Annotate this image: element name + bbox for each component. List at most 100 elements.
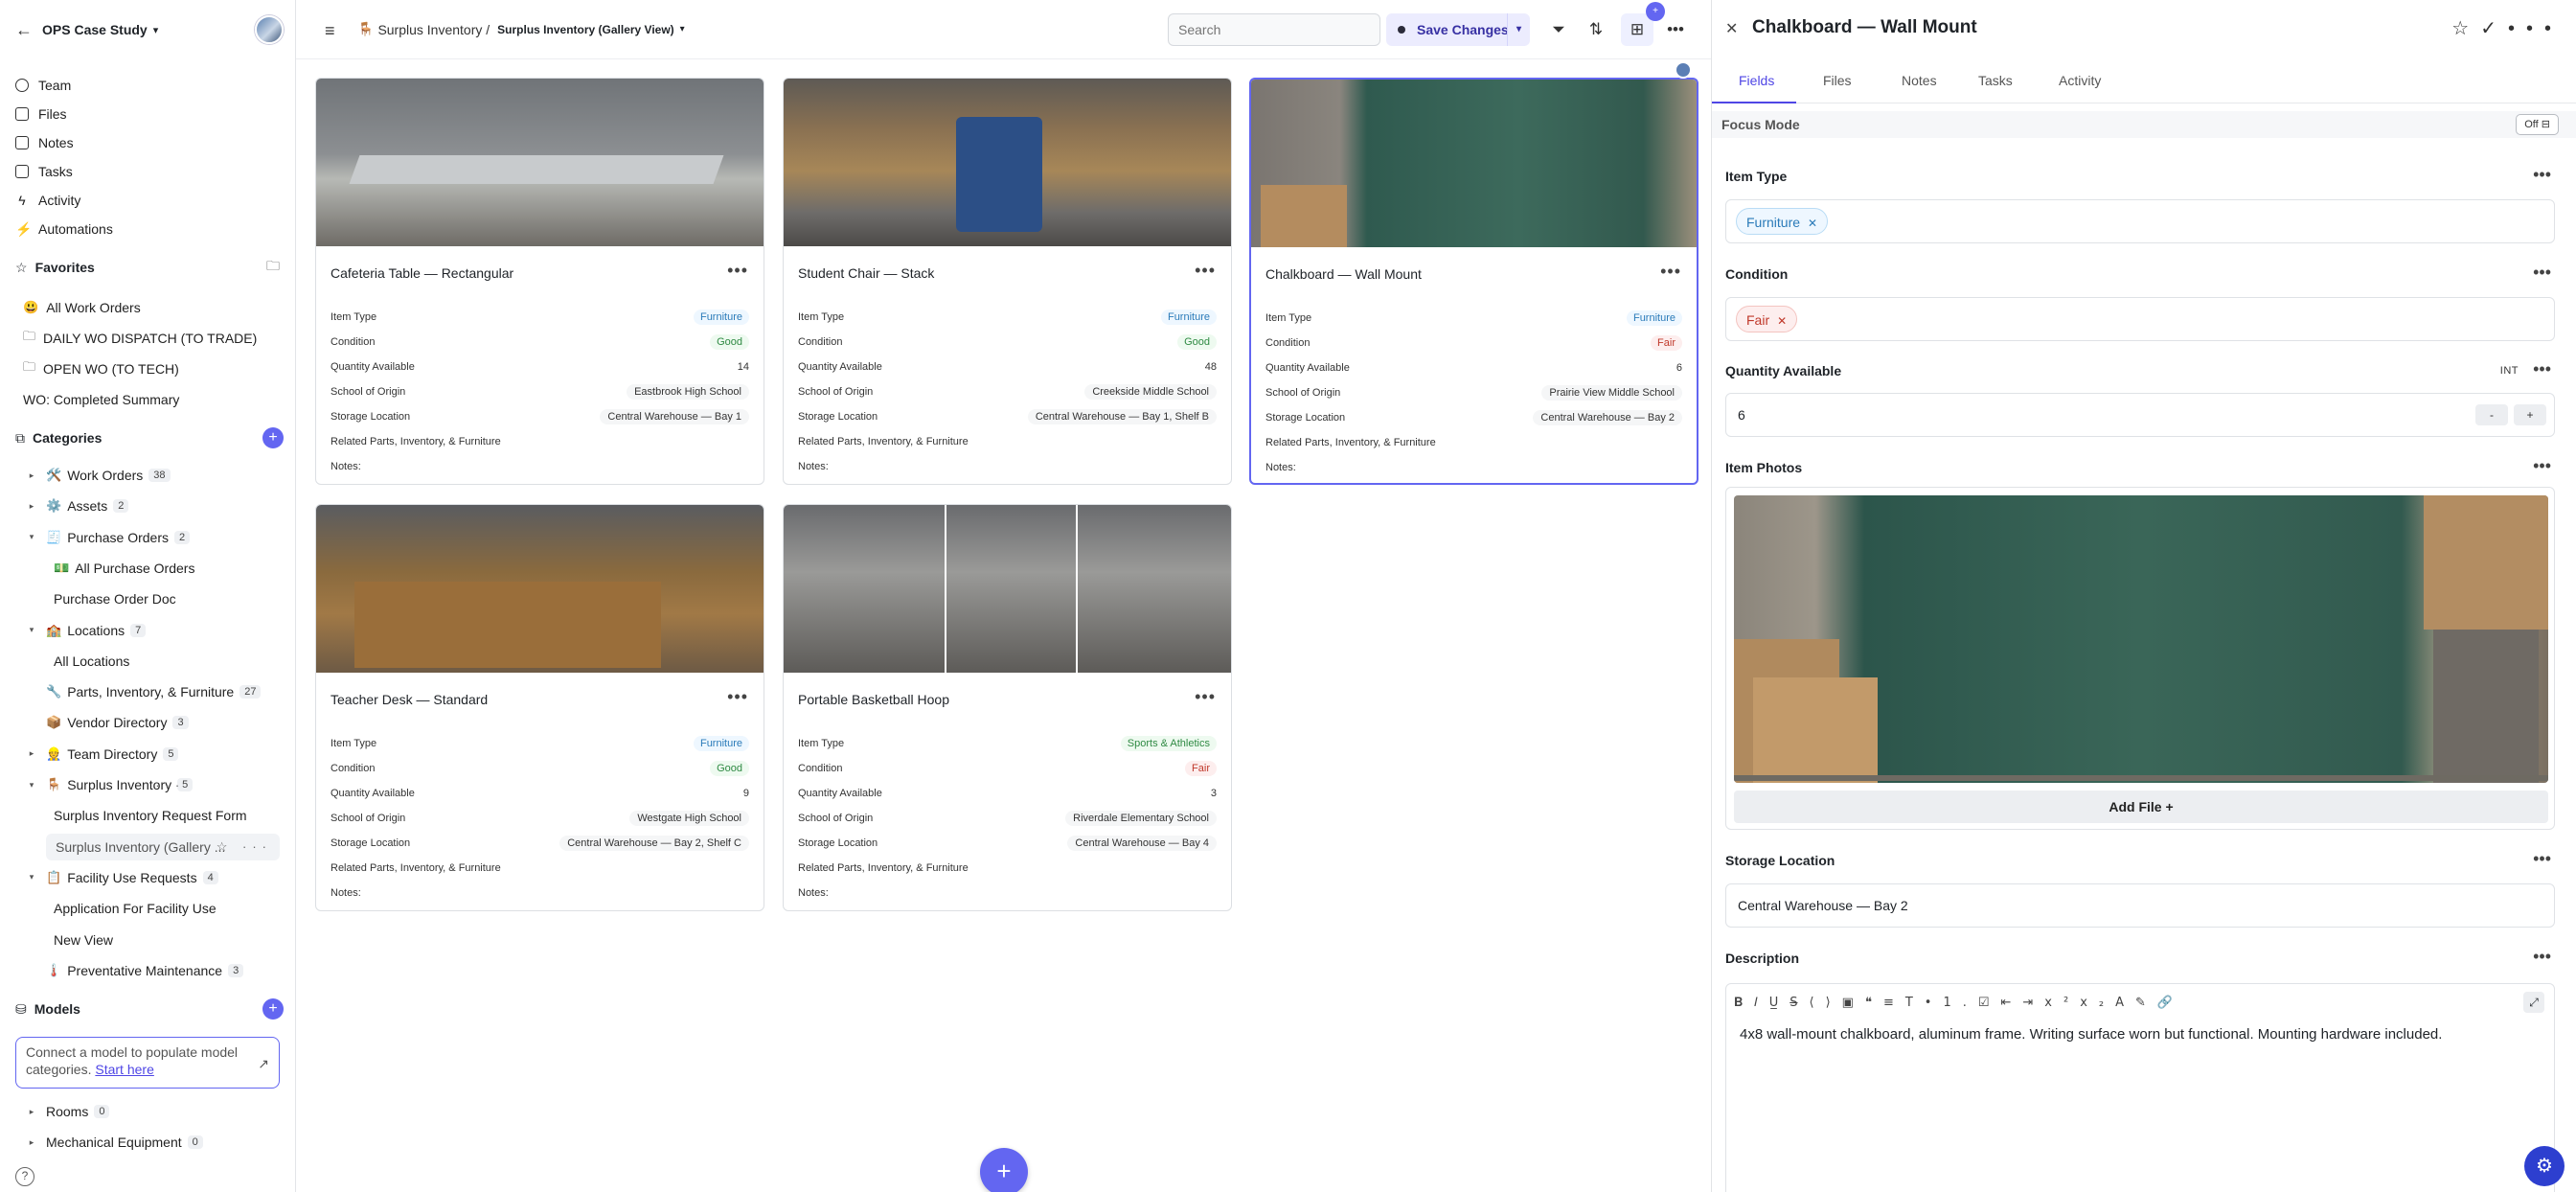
- favorite-item[interactable]: WO: Completed Summary: [23, 387, 179, 412]
- expand-icon[interactable]: ⤢: [2523, 992, 2544, 1013]
- favorites-header[interactable]: ☆ Favorites 🗀: [15, 255, 284, 280]
- help-icon[interactable]: ?: [15, 1167, 34, 1186]
- expand-icon[interactable]: ▾: [25, 625, 38, 635]
- remove-tag-icon[interactable]: ✕: [1808, 217, 1817, 230]
- add-category-button[interactable]: +: [262, 427, 284, 448]
- chevron-down-icon[interactable]: ▾: [1507, 13, 1530, 46]
- check-circle-icon[interactable]: ✓: [2480, 18, 2508, 39]
- remove-tag-icon[interactable]: ✕: [1777, 314, 1787, 328]
- add-file-button[interactable]: Add File +: [1734, 791, 2548, 823]
- expand-icon[interactable]: ▸: [25, 748, 38, 759]
- breadcrumb-parent[interactable]: Surplus Inventory /: [377, 22, 490, 37]
- more-options-icon[interactable]: •••: [1195, 687, 1216, 707]
- nav-tasks[interactable]: Tasks: [15, 157, 284, 186]
- field-more-icon[interactable]: •••: [2533, 359, 2551, 379]
- field-more-icon[interactable]: •••: [2533, 165, 2551, 185]
- decrement-button[interactable]: -: [2475, 404, 2508, 425]
- category-item[interactable]: 🔧 Parts, Inventory, & Furniture 27: [25, 678, 262, 705]
- star-icon[interactable]: ☆: [2451, 18, 2480, 39]
- search-input[interactable]: [1168, 13, 1380, 46]
- field-more-icon[interactable]: •••: [2533, 263, 2551, 283]
- storage-location-field[interactable]: Central Warehouse — Bay 2: [1725, 883, 2555, 928]
- category-item[interactable]: ▸ 🛠️ Work Orders 38: [25, 462, 171, 489]
- gallery-card[interactable]: Student Chair — Stack ••• Item Type Furnitu…: [783, 78, 1232, 485]
- card-photo[interactable]: [1251, 80, 1697, 247]
- categories-header[interactable]: ⧉ Categories +: [15, 425, 284, 450]
- add-record-button[interactable]: +: [980, 1148, 1028, 1192]
- nav-activity[interactable]: ϟ Activity: [15, 186, 284, 215]
- more-options-icon[interactable]: •••: [1195, 261, 1216, 281]
- expand-icon[interactable]: ▸: [25, 470, 38, 481]
- category-item[interactable]: Application For Facility Use: [54, 895, 217, 922]
- expand-icon[interactable]: ▸: [25, 1137, 38, 1148]
- category-item[interactable]: ▾ 🧾 Purchase Orders 2: [25, 524, 191, 551]
- breadcrumb-current[interactable]: Surplus Inventory (Gallery View): [497, 23, 674, 36]
- category-item[interactable]: ▸ ⚙️ Assets 2: [25, 493, 129, 519]
- models-header[interactable]: ⛁ Models +: [15, 997, 284, 1021]
- avatar[interactable]: [255, 15, 284, 44]
- tab-fields[interactable]: Fields: [1739, 73, 1774, 88]
- gallery-card[interactable]: Chalkboard — Wall Mount ••• Item Type Furni…: [1249, 78, 1698, 485]
- tab-activity[interactable]: Activity: [2059, 73, 2101, 88]
- more-options-icon[interactable]: ···: [155, 778, 185, 792]
- more-options-icon[interactable]: •••: [727, 261, 748, 281]
- condition-field[interactable]: Fair ✕: [1725, 297, 2555, 341]
- card-photo[interactable]: [784, 79, 1231, 246]
- field-more-icon[interactable]: •••: [2533, 456, 2551, 476]
- nav-team[interactable]: Team: [15, 71, 284, 100]
- item-type-field[interactable]: Furniture ✕: [1725, 199, 2555, 243]
- gallery-card[interactable]: Teacher Desk — Standard ••• Item Type Furni…: [315, 504, 764, 911]
- tab-files[interactable]: Files: [1823, 73, 1852, 88]
- model-item-mechanical[interactable]: ▸ Mechanical Equipment 0: [25, 1129, 203, 1156]
- nav-notes[interactable]: Notes: [15, 128, 284, 157]
- back-arrow-icon[interactable]: ←: [15, 20, 33, 40]
- model-item-rooms[interactable]: ▸ Rooms 0: [25, 1098, 110, 1125]
- more-options-icon[interactable]: •••: [1660, 262, 1681, 282]
- start-here-link[interactable]: Start here: [95, 1062, 153, 1077]
- card-photo[interactable]: [784, 505, 1231, 673]
- category-item[interactable]: Surplus Inventory (Gallery ... ☆ ···: [46, 833, 280, 860]
- workspace-switcher[interactable]: ← OPS Case Study ▾: [15, 15, 284, 44]
- expand-icon[interactable]: ▸: [25, 501, 38, 512]
- description-editor[interactable]: 𝐁𝐼U̲S̶⟨⟩▣❝≡T•1.☑⇤⇥x²x₂A✎🔗 ⤢ 4x8 wall-mou…: [1725, 983, 2555, 1192]
- increment-button[interactable]: +: [2514, 404, 2546, 425]
- filter-icon[interactable]: ⏷: [1542, 13, 1575, 46]
- quantity-field[interactable]: 6 - +: [1725, 393, 2555, 437]
- category-item[interactable]: 📦 Vendor Directory 3: [25, 709, 189, 736]
- save-changes-button[interactable]: Save Changes ▾: [1386, 13, 1530, 46]
- more-options-icon[interactable]: •••: [2508, 18, 2563, 39]
- row-actions[interactable]: ☆ ···: [217, 839, 272, 855]
- category-item[interactable]: 🌡️ Preventative Maintenance 3: [25, 957, 244, 984]
- nav-files[interactable]: Files: [15, 100, 284, 128]
- field-more-icon[interactable]: •••: [2533, 947, 2551, 967]
- more-options-icon[interactable]: •••: [727, 687, 748, 707]
- favorite-item[interactable]: 🗀 OPEN WO (TO TECH): [23, 356, 179, 381]
- category-item[interactable]: ▾ 📋 Facility Use Requests 4: [25, 864, 218, 891]
- tab-notes[interactable]: Notes: [1902, 73, 1937, 88]
- focus-mode-toggle[interactable]: Off ⊟: [2516, 114, 2559, 135]
- more-options-icon[interactable]: •••: [1659, 13, 1692, 46]
- menu-icon[interactable]: ≡: [325, 21, 335, 41]
- category-item[interactable]: New View: [54, 927, 113, 953]
- rich-text-toolbar[interactable]: 𝐁𝐼U̲S̶⟨⟩▣❝≡T•1.☑⇤⇥x²x₂A✎🔗: [1734, 996, 2184, 1010]
- tab-tasks[interactable]: Tasks: [1978, 73, 2013, 88]
- category-item[interactable]: ▸ 👷 Team Directory 5: [25, 741, 179, 768]
- close-icon[interactable]: ✕: [1725, 19, 1738, 38]
- card-photo[interactable]: [316, 79, 764, 246]
- nav-automations[interactable]: ⚡ Automations: [15, 215, 284, 243]
- expand-icon[interactable]: ▸: [25, 1107, 38, 1117]
- description-text[interactable]: 4x8 wall-mount chalkboard, aluminum fram…: [1740, 1026, 2442, 1043]
- favorite-item[interactable]: 🗀 DAILY WO DISPATCH (TO TRADE): [23, 326, 257, 351]
- chevron-down-icon[interactable]: ▾: [680, 24, 685, 34]
- category-item[interactable]: Surplus Inventory Request Form: [54, 802, 247, 829]
- category-item[interactable]: All Locations: [54, 648, 129, 675]
- sort-icon[interactable]: ⇅: [1580, 13, 1612, 46]
- gallery-card[interactable]: Cafeteria Table — Rectangular ••• Item Typ…: [315, 78, 764, 485]
- category-item[interactable]: ▾ 🏫 Locations 7: [25, 617, 147, 644]
- expand-icon[interactable]: ▾: [25, 780, 38, 791]
- expand-icon[interactable]: ▾: [25, 532, 38, 542]
- card-photo[interactable]: [316, 505, 764, 673]
- favorite-item[interactable]: 😃 All Work Orders: [23, 295, 141, 320]
- add-model-button[interactable]: +: [262, 998, 284, 1020]
- category-item[interactable]: 💵 All Purchase Orders: [54, 555, 194, 582]
